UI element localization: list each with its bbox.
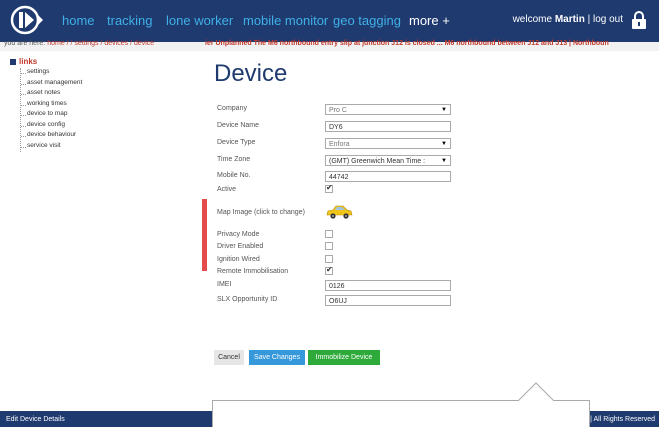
mobile-input[interactable]: 44742: [325, 171, 451, 182]
map-image-label: Map Image (click to change): [217, 209, 305, 216]
privacy-mode-label: Privacy Mode: [217, 231, 260, 238]
side-drawer-tab[interactable]: [202, 199, 207, 271]
nav-mobile-monitor[interactable]: mobile monitor: [243, 13, 328, 28]
footer-copyright: | All Rights Reserved: [590, 416, 655, 423]
imei-label: IMEI: [217, 281, 232, 288]
company-value: Pro C: [329, 107, 347, 114]
device-type-label: Device Type: [217, 139, 256, 146]
tree-item-asset-notes[interactable]: asset notes: [21, 89, 82, 100]
welcome-prefix: welcome: [512, 14, 553, 25]
device-type-select[interactable]: Enfora ▼: [325, 138, 451, 149]
tree-item-device-config[interactable]: device config: [21, 121, 82, 132]
tree-root-label: links: [19, 57, 38, 66]
welcome-text: welcome Martin | log out: [513, 14, 623, 25]
tree-item-device-behaviour[interactable]: device behaviour: [21, 131, 82, 142]
device-name-label: Device Name: [217, 122, 260, 129]
immobilize-device-button[interactable]: Immobilize Device: [308, 350, 380, 365]
tree-item-device-to-map[interactable]: device to map: [21, 110, 82, 121]
breadcrumb-path[interactable]: home / / settings / devices / device: [47, 40, 154, 47]
dropdown-arrow-icon: ▼: [441, 141, 447, 147]
tooltip-popup: [212, 400, 590, 427]
slx-id-label: SLX Opportunity ID: [217, 296, 278, 303]
nav-geo-tagging[interactable]: geo tagging: [333, 13, 401, 28]
tree-item-asset-management[interactable]: asset management: [21, 79, 82, 90]
tree-item-working-times[interactable]: working times: [21, 100, 82, 111]
company-label: Company: [217, 105, 247, 112]
imei-input[interactable]: 0126: [325, 280, 451, 291]
tree-item-settings[interactable]: settings: [21, 68, 82, 79]
cancel-button[interactable]: Cancel: [214, 350, 244, 365]
user-name: Martin: [554, 14, 585, 25]
tree-list: settings asset management asset notes wo…: [20, 68, 82, 152]
logout-link[interactable]: | log out: [588, 14, 623, 25]
nav-tracking[interactable]: tracking: [107, 13, 153, 28]
collapse-icon[interactable]: [10, 59, 16, 65]
device-name-input[interactable]: DY6: [325, 121, 451, 132]
traffic-ticker[interactable]: ier Unplanned The M6 northbound entry sl…: [205, 37, 659, 51]
active-checkbox[interactable]: [325, 183, 333, 193]
lock-icon[interactable]: [631, 10, 647, 30]
slx-id-input[interactable]: O6UJ: [325, 295, 451, 306]
active-label: Active: [217, 186, 237, 193]
mobile-label: Mobile No.: [217, 172, 251, 179]
tooltip-pointer: [518, 382, 554, 401]
footer-status: Edit Device Details: [6, 416, 65, 423]
time-zone-value: (GMT) Greenwich Mean Time :: [329, 158, 426, 165]
remote-immobilisation-checkbox[interactable]: [325, 265, 333, 275]
company-select[interactable]: Pro C ▼: [325, 104, 451, 115]
breadcrumb: you are here: home / / settings / device…: [4, 37, 154, 51]
ignition-wired-checkbox[interactable]: [325, 255, 333, 263]
nav-home[interactable]: home: [62, 13, 95, 28]
ignition-wired-label: Ignition Wired: [217, 256, 260, 263]
driver-enabled-label: Driver Enabled: [217, 243, 264, 250]
nav-lone-worker[interactable]: lone worker: [166, 13, 233, 28]
dropdown-arrow-icon: ▼: [441, 158, 447, 164]
nav-more[interactable]: more +: [409, 13, 450, 28]
logo-icon[interactable]: [10, 5, 44, 35]
privacy-mode-checkbox[interactable]: [325, 230, 333, 238]
page-title: Device: [214, 60, 288, 87]
tree-item-service-visit[interactable]: service visit: [21, 142, 82, 153]
car-icon[interactable]: [325, 204, 353, 220]
driver-enabled-checkbox[interactable]: [325, 242, 333, 250]
save-changes-button[interactable]: Save Changes: [249, 350, 305, 365]
time-zone-select[interactable]: (GMT) Greenwich Mean Time : ▼: [325, 155, 451, 166]
device-type-value: Enfora: [329, 141, 350, 148]
breadcrumb-prefix: you are here:: [4, 40, 46, 47]
remote-immobilisation-label: Remote Immobilisation: [217, 268, 289, 275]
time-zone-label: Time Zone: [217, 156, 251, 163]
dropdown-arrow-icon: ▼: [441, 107, 447, 113]
